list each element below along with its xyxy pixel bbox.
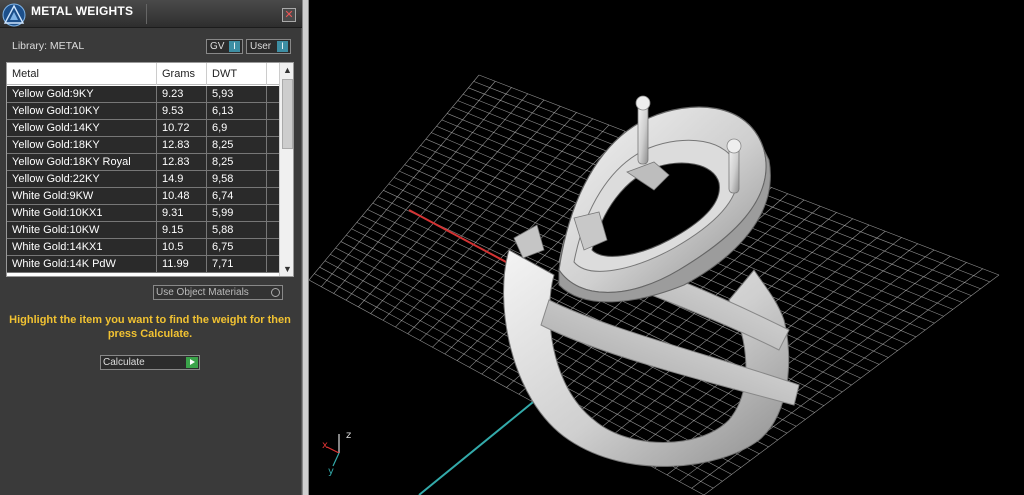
cell-metal: White Gold:10KX1 [7,205,157,221]
cell-metal: Yellow Gold:9KY [7,86,157,102]
user-label: User [250,41,272,52]
cell-grams: 12.83 [157,137,207,153]
table-row[interactable]: White Gold:14K PdW 11.99 7,71 [7,256,279,273]
cell-blank [267,120,279,136]
cell-grams: 10.48 [157,188,207,204]
cell-dwt: 6,74 [207,188,267,204]
use-object-materials-toggle[interactable]: Use Object Materials [153,285,283,300]
panel-splitter[interactable] [302,0,309,495]
cell-metal: Yellow Gold:10KY [7,103,157,119]
table-scrollbar[interactable]: ▲ ▼ [279,63,293,276]
cell-grams: 14.9 [157,171,207,187]
metal-weights-panel: METAL WEIGHTS ✕ Library: METAL GV I User… [0,0,302,495]
metal-table: Metal Grams DWT Yellow Gold:9KY 9.23 5,93 … [6,62,294,277]
cell-blank [267,86,279,102]
column-header-metal[interactable]: Metal [7,63,157,85]
cell-blank [267,137,279,153]
calculate-label: Calculate [103,357,145,368]
user-library-toggle[interactable]: User I [246,39,291,54]
cell-dwt: 5,99 [207,205,267,221]
cell-dwt: 7,71 [207,256,267,272]
table-row[interactable]: Yellow Gold:14KY 10.72 6,9 [7,120,279,137]
cell-dwt: 8,25 [207,137,267,153]
axis-y-label: y [328,466,334,477]
cell-grams: 9.31 [157,205,207,221]
cell-blank [267,171,279,187]
cell-blank [267,188,279,204]
cell-grams: 9.23 [157,86,207,102]
axis-x-label: x [322,440,328,451]
prong-1-tip [635,95,651,111]
axis-z-label: z [346,430,352,441]
gv-library-toggle[interactable]: GV I [206,39,243,54]
cell-blank [267,256,279,272]
title-bar[interactable]: METAL WEIGHTS ✕ [0,0,302,28]
cell-metal: Yellow Gold:14KY [7,120,157,136]
cell-dwt: 6,13 [207,103,267,119]
table-row[interactable]: White Gold:14KX1 10.5 6,75 [7,239,279,256]
cell-dwt: 6,75 [207,239,267,255]
table-body: Yellow Gold:9KY 9.23 5,93 Yellow Gold:10KY… [7,86,279,273]
gv-label: GV [210,41,225,52]
window-title: METAL WEIGHTS [31,4,134,18]
cell-metal: White Gold:9KW [7,188,157,204]
cell-blank [267,239,279,255]
column-header-blank [267,63,279,85]
cell-metal: Yellow Gold:18KY [7,137,157,153]
cell-grams: 10.72 [157,120,207,136]
cell-metal: White Gold:10KW [7,222,157,238]
scroll-down-icon[interactable]: ▼ [280,262,293,276]
library-label: Library: METAL [12,40,85,52]
table-row[interactable]: Yellow Gold:18KY Royal 12.83 8,25 [7,154,279,171]
prong-1 [637,101,649,165]
column-header-grams[interactable]: Grams [157,63,207,85]
cell-blank [267,205,279,221]
table-row[interactable]: White Gold:10KX1 9.31 5,99 [7,205,279,222]
table-row[interactable]: Yellow Gold:10KY 9.53 6,13 [7,103,279,120]
cell-blank [267,103,279,119]
cell-grams: 11.99 [157,256,207,272]
gv-indicator: I [229,41,240,52]
table-row[interactable]: Yellow Gold:18KY 12.83 8,25 [7,137,279,154]
use-object-materials-label: Use Object Materials [156,287,249,298]
table-row[interactable]: White Gold:9KW 10.48 6,74 [7,188,279,205]
cell-metal: Yellow Gold:18KY Royal [7,154,157,170]
cell-dwt: 8,25 [207,154,267,170]
table-row[interactable]: White Gold:10KW 9.15 5,88 [7,222,279,239]
instruction-text: Highlight the item you want to find the … [9,314,291,340]
cell-grams: 10.5 [157,239,207,255]
prong-2-tip [726,138,742,154]
title-divider [146,4,147,24]
cell-dwt: 9,58 [207,171,267,187]
close-icon: ✕ [284,9,294,21]
table-row[interactable]: Yellow Gold:22KY 14.9 9,58 [7,171,279,188]
cell-metal: White Gold:14KX1 [7,239,157,255]
viewport-canvas [309,74,1000,495]
cell-metal: Yellow Gold:22KY [7,171,157,187]
calculate-button[interactable]: Calculate [100,355,200,370]
cell-grams: 12.83 [157,154,207,170]
column-header-dwt[interactable]: DWT [207,63,267,85]
radio-icon [271,288,280,297]
cell-grams: 9.15 [157,222,207,238]
user-indicator: I [277,41,288,52]
cell-dwt: 5,88 [207,222,267,238]
cell-blank [267,222,279,238]
cell-dwt: 5,93 [207,86,267,102]
cell-grams: 9.53 [157,103,207,119]
scroll-thumb[interactable] [282,79,293,149]
3d-viewport[interactable]: x y z [309,0,1024,495]
cell-blank [267,154,279,170]
close-button[interactable]: ✕ [282,8,296,22]
cell-dwt: 6,9 [207,120,267,136]
app-logo-icon [2,3,26,27]
table-header: Metal Grams DWT [7,63,279,85]
table-row[interactable]: Yellow Gold:9KY 9.23 5,93 [7,86,279,103]
cell-metal: White Gold:14K PdW [7,256,157,272]
scroll-up-icon[interactable]: ▲ [280,63,293,77]
ring-model[interactable] [503,95,800,467]
play-icon [186,357,198,368]
